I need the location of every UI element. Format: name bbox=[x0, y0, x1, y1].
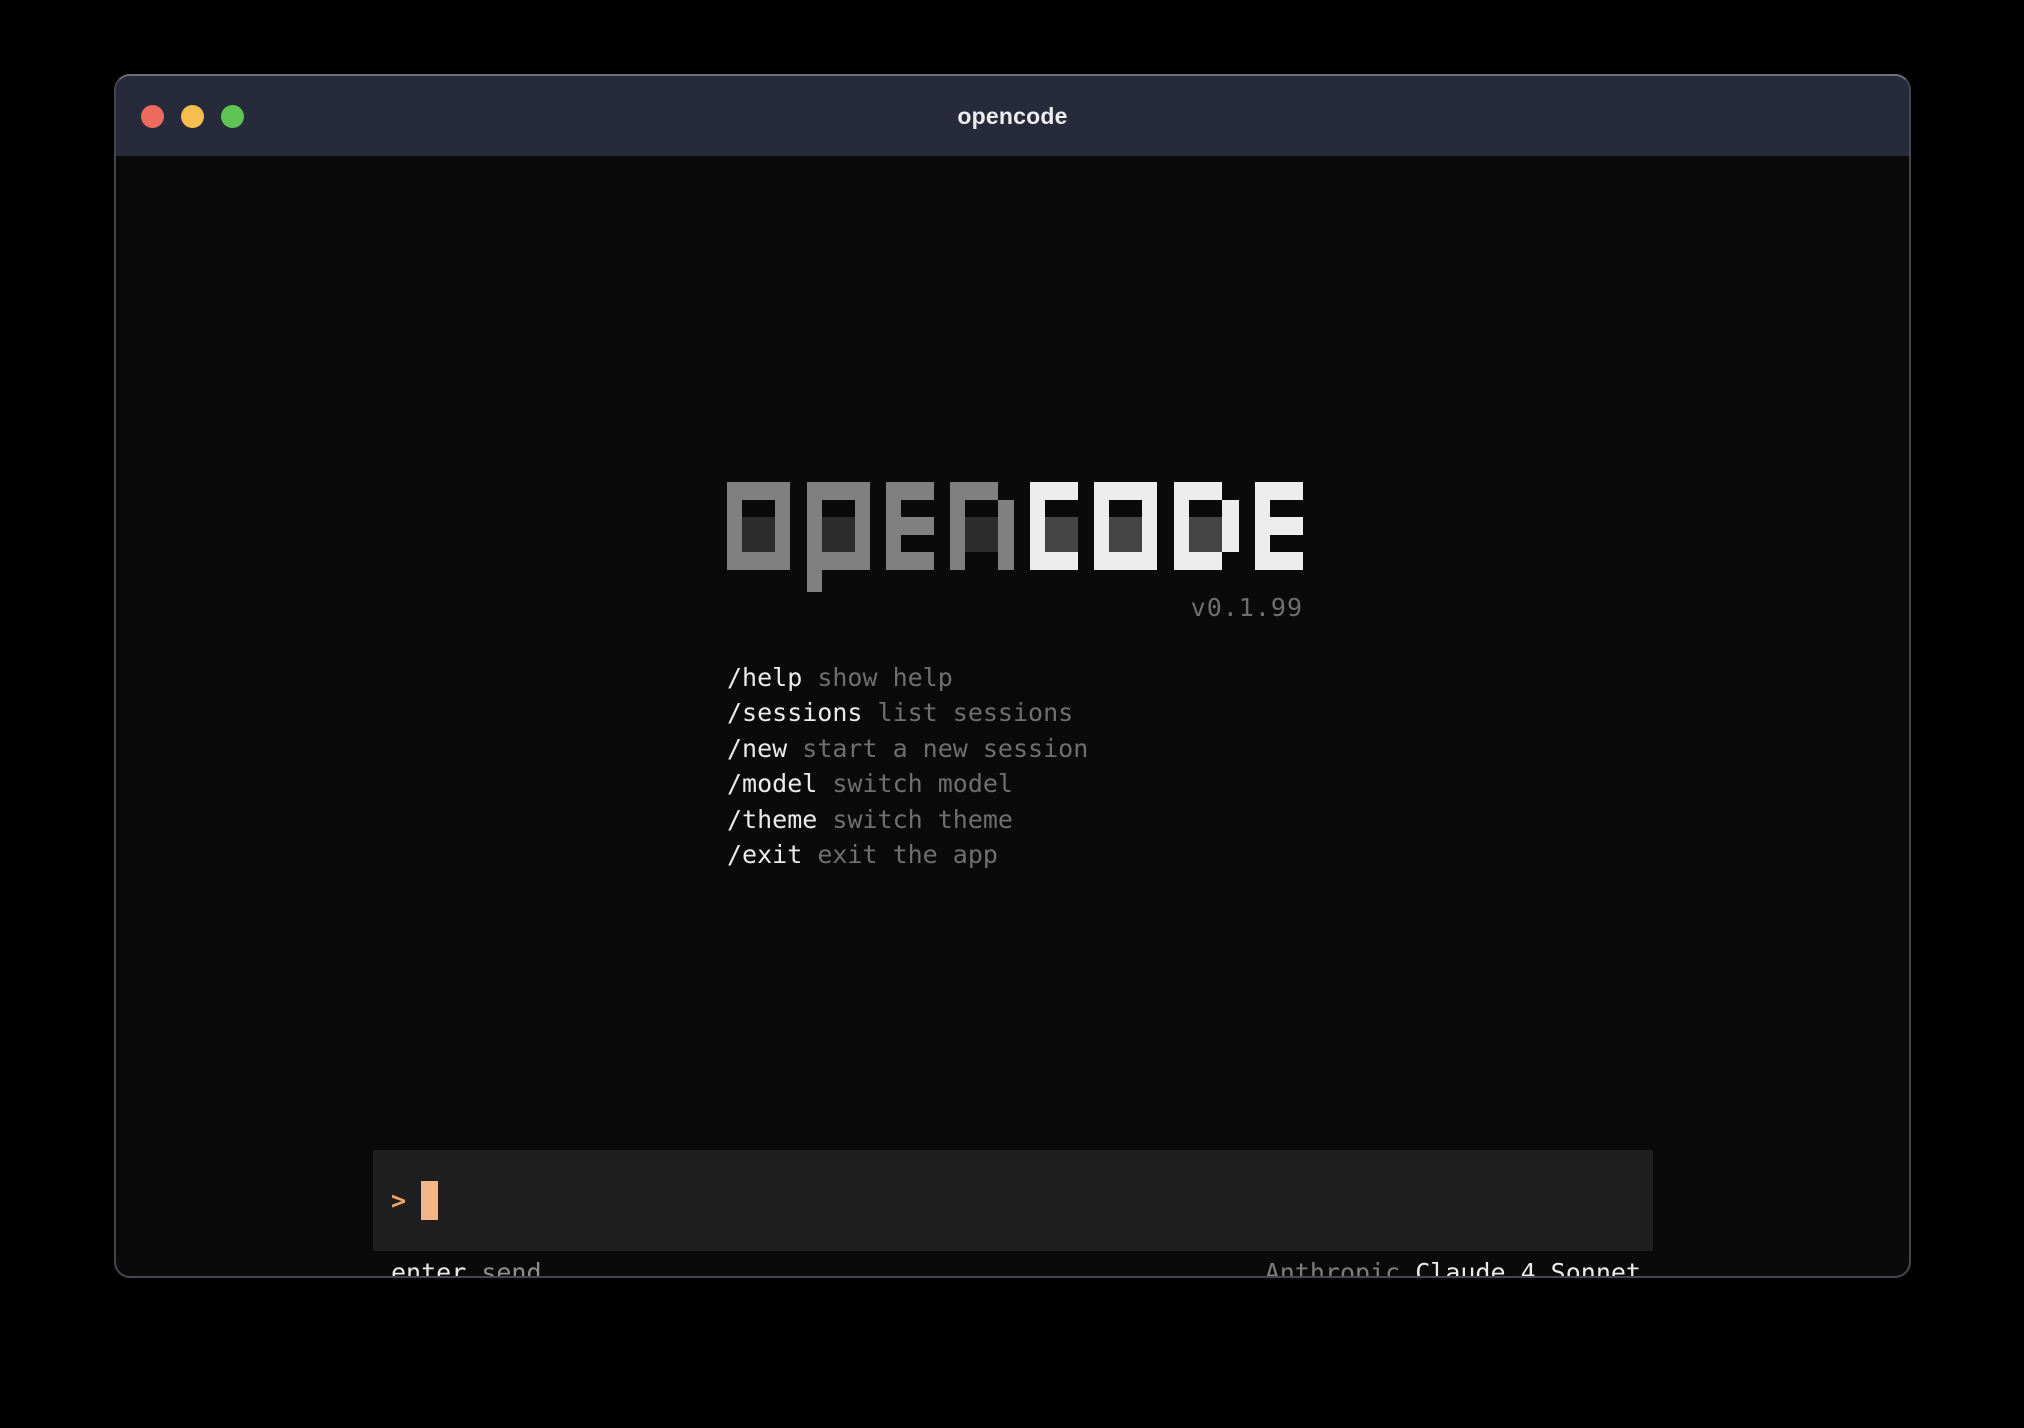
command-description: list sessions bbox=[862, 698, 1073, 727]
command-name: /new bbox=[727, 734, 787, 763]
window-titlebar[interactable]: opencode bbox=[116, 76, 1909, 156]
command-row: /help show help bbox=[727, 660, 1088, 695]
logo-letter-d bbox=[1174, 482, 1239, 570]
status-bar: enter send Anthropic Claude 4 Sonnet bbox=[373, 1256, 1653, 1278]
hint-action: send bbox=[481, 1258, 541, 1279]
logo-letter-e bbox=[1255, 482, 1303, 570]
model-name: Claude 4 Sonnet bbox=[1415, 1258, 1641, 1279]
opencode-window: opencode v0.1.99 /help show help/session… bbox=[114, 74, 1911, 1278]
command-description: switch model bbox=[817, 769, 1013, 798]
opencode-logo bbox=[727, 482, 1303, 594]
logo-letter-c bbox=[1030, 482, 1078, 570]
command-name: /exit bbox=[727, 840, 802, 869]
command-name: /help bbox=[727, 663, 802, 692]
text-cursor bbox=[421, 1181, 438, 1220]
command-row: /new start a new session bbox=[727, 731, 1088, 766]
command-row: /exit exit the app bbox=[727, 837, 1088, 872]
terminal-content: v0.1.99 /help show help/sessions list se… bbox=[116, 156, 1909, 1278]
minimize-button[interactable] bbox=[181, 105, 204, 128]
command-description: exit the app bbox=[802, 840, 998, 869]
logo-letter-o bbox=[1094, 482, 1157, 570]
command-description: show help bbox=[802, 663, 953, 692]
command-name: /theme bbox=[727, 805, 817, 834]
command-row: /sessions list sessions bbox=[727, 695, 1088, 730]
model-indicator[interactable]: Anthropic Claude 4 Sonnet bbox=[1265, 1258, 1641, 1279]
command-description: switch theme bbox=[817, 805, 1013, 834]
command-row: /theme switch theme bbox=[727, 802, 1088, 837]
hint-key: enter bbox=[391, 1258, 466, 1279]
zoom-button[interactable] bbox=[221, 105, 244, 128]
logo-letter-n bbox=[950, 482, 1014, 570]
window-title: opencode bbox=[957, 103, 1067, 130]
command-name: /model bbox=[727, 769, 817, 798]
version-label: v0.1.99 bbox=[727, 593, 1303, 622]
command-description: start a new session bbox=[787, 734, 1088, 763]
command-name: /sessions bbox=[727, 698, 862, 727]
logo-letter-p bbox=[807, 482, 870, 592]
enter-hint: enter send bbox=[391, 1258, 542, 1279]
prompt-icon: > bbox=[391, 1186, 406, 1215]
logo-letter-o bbox=[727, 482, 790, 570]
logo-letter-e bbox=[886, 482, 934, 570]
command-list: /help show help/sessions list sessions/n… bbox=[727, 660, 1088, 872]
traffic-lights bbox=[141, 76, 244, 156]
prompt-input[interactable]: > bbox=[373, 1150, 1653, 1251]
close-button[interactable] bbox=[141, 105, 164, 128]
model-provider: Anthropic bbox=[1265, 1258, 1400, 1279]
command-row: /model switch model bbox=[727, 766, 1088, 801]
